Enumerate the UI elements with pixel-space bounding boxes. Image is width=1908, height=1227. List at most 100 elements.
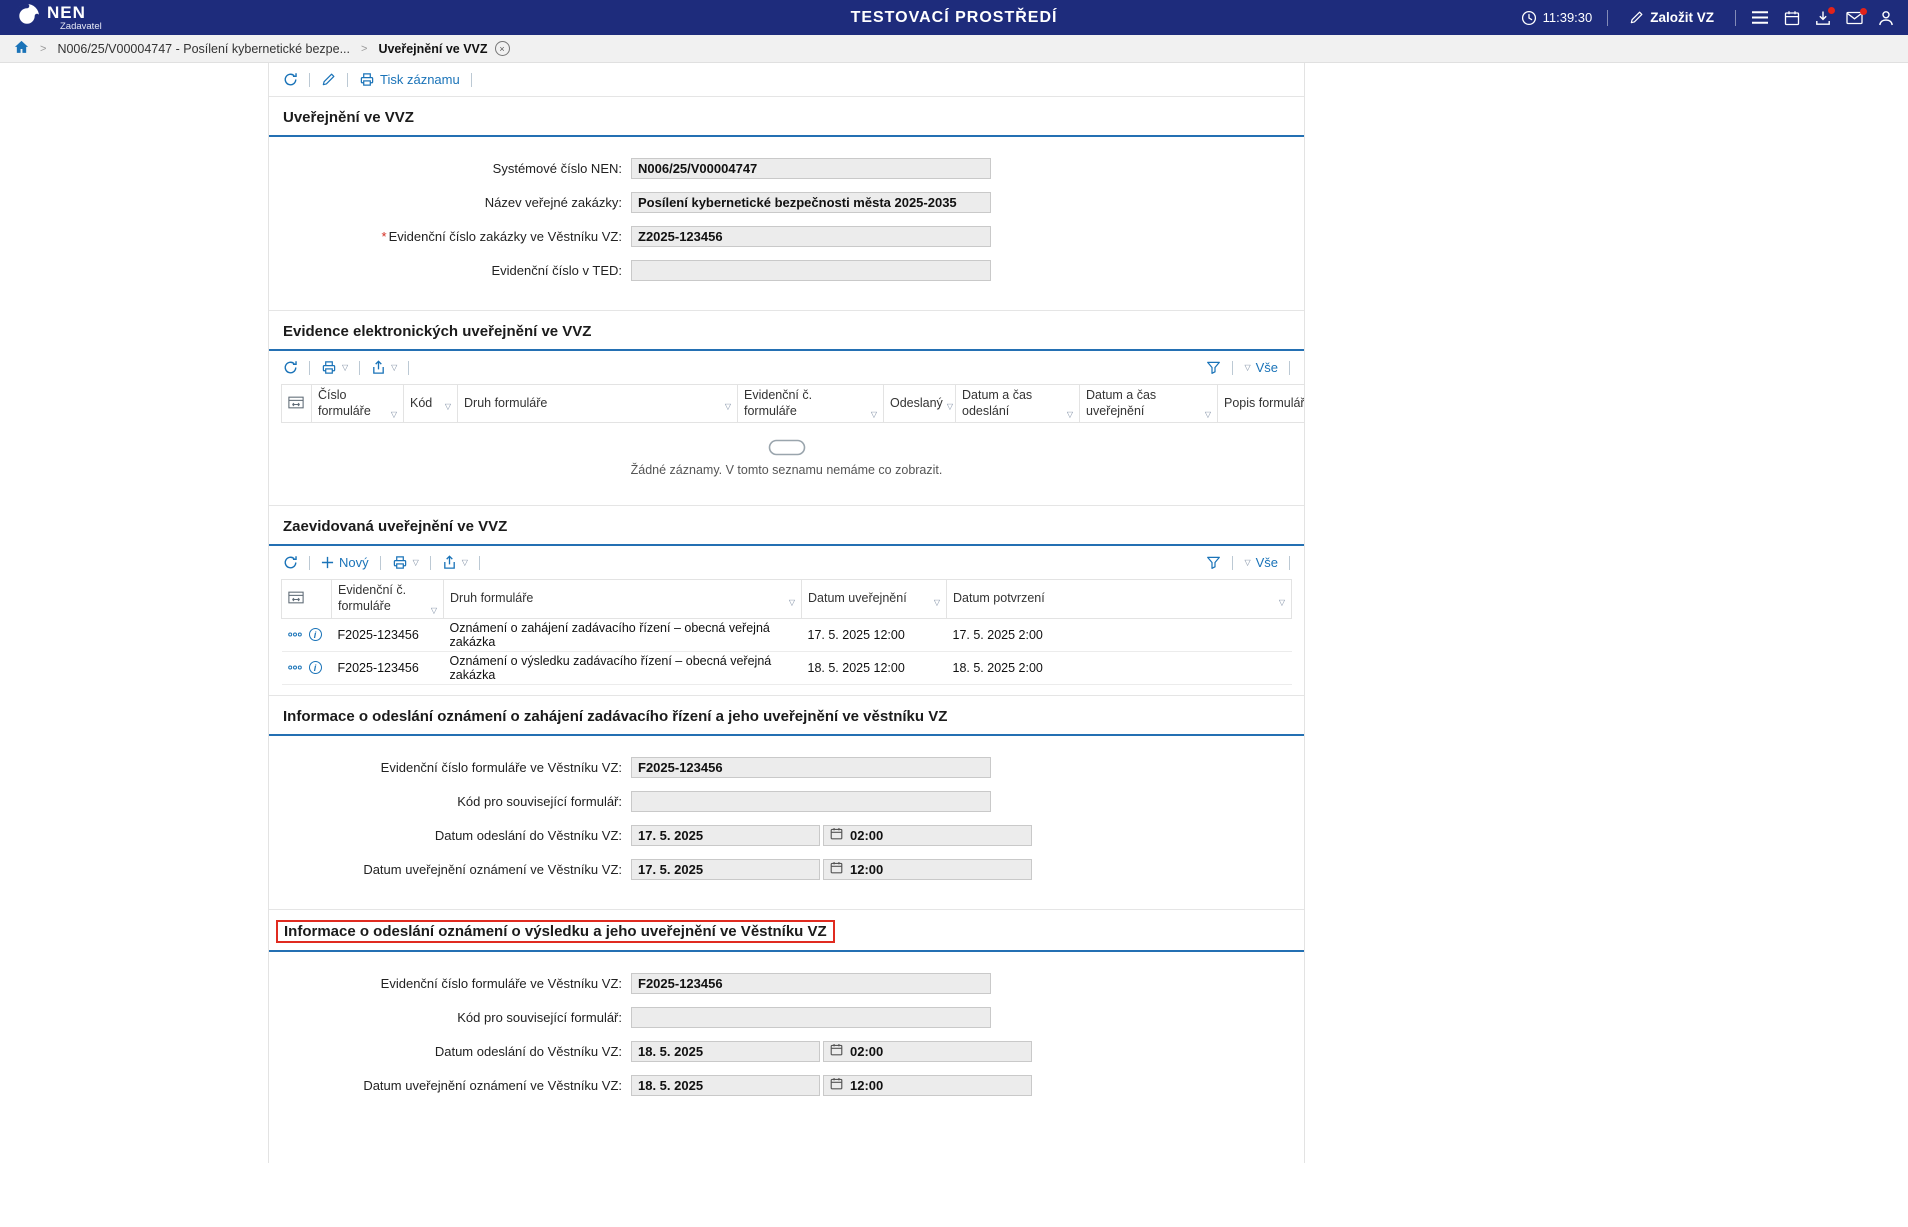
filter-chevron-icon[interactable]: ▽ bbox=[1067, 411, 1073, 419]
messages-button[interactable] bbox=[1846, 11, 1863, 25]
toolbar-separator bbox=[471, 73, 472, 87]
column-header[interactable]: Datum potvrzení▽ bbox=[947, 580, 1292, 618]
refresh-button[interactable] bbox=[283, 555, 298, 570]
calendar-icon[interactable] bbox=[830, 827, 843, 843]
highlight-box: Informace o odeslání oznámení o výsledku… bbox=[276, 920, 835, 943]
column-header[interactable]: Datum uveřejnění▽ bbox=[802, 580, 947, 618]
close-tab-icon[interactable]: × bbox=[495, 41, 510, 56]
filter-chevron-icon[interactable]: ▽ bbox=[1279, 599, 1285, 607]
breadcrumb-separator: > bbox=[40, 43, 46, 55]
filter-button[interactable] bbox=[1206, 360, 1221, 375]
filter-chevron-icon[interactable]: ▽ bbox=[947, 403, 953, 411]
export-menu-button[interactable]: ▽ bbox=[371, 360, 397, 375]
row-menu-icon[interactable] bbox=[288, 665, 302, 670]
breadcrumb-item-record[interactable]: N006/25/V00004747 - Posílení kybernetick… bbox=[57, 42, 350, 56]
view-all-dropdown[interactable]: ▽ Vše bbox=[1244, 555, 1278, 570]
new-record-button[interactable]: Nový bbox=[321, 555, 369, 570]
form-number-field[interactable] bbox=[631, 973, 991, 994]
chevron-down-icon: ▽ bbox=[342, 364, 348, 372]
sent-date-field[interactable] bbox=[631, 825, 820, 846]
table-row[interactable]: i F2025-123456 Oznámení o výsledku zadáv… bbox=[282, 651, 1292, 684]
column-header[interactable]: Popis formuláře▽ bbox=[1218, 385, 1305, 423]
calendar-icon[interactable] bbox=[830, 1077, 843, 1093]
field-label: *Evidenční číslo zakázky ve Věstníku VZ: bbox=[269, 229, 631, 244]
hamburger-icon bbox=[1751, 10, 1769, 25]
form-row: Kód pro související formulář: bbox=[269, 791, 1304, 812]
calendar-button[interactable] bbox=[1784, 10, 1800, 26]
cell-form-number: F2025-123456 bbox=[332, 618, 444, 651]
refresh-button[interactable] bbox=[283, 72, 298, 87]
row-menu-icon[interactable] bbox=[288, 632, 302, 637]
column-header[interactable]: Číslo formuláře▽ bbox=[312, 385, 404, 423]
related-form-code-field[interactable] bbox=[631, 1007, 991, 1028]
system-number-field[interactable] bbox=[631, 158, 991, 179]
table-row[interactable]: i F2025-123456 Oznámení o zahájení zadáv… bbox=[282, 618, 1292, 651]
home-icon bbox=[14, 40, 29, 57]
published-date-field[interactable] bbox=[631, 1075, 820, 1096]
column-header[interactable]: Kód▽ bbox=[404, 385, 458, 423]
field-label: Evidenční číslo formuláře ve Věstníku VZ… bbox=[269, 760, 631, 775]
form-row: Evidenční číslo formuláře ve Věstníku VZ… bbox=[269, 757, 1304, 778]
print-record-button[interactable]: Tisk záznamu bbox=[359, 72, 460, 87]
filter-chevron-icon[interactable]: ▽ bbox=[431, 607, 437, 615]
filter-chevron-icon[interactable]: ▽ bbox=[445, 403, 451, 411]
record-toolbar: Tisk záznamu bbox=[269, 63, 1304, 96]
calendar-icon[interactable] bbox=[830, 1043, 843, 1059]
filter-chevron-icon[interactable]: ▽ bbox=[871, 411, 877, 419]
contract-name-field[interactable] bbox=[631, 192, 991, 213]
sent-time-field[interactable] bbox=[850, 828, 1025, 843]
refresh-icon bbox=[283, 555, 298, 570]
filter-chevron-icon[interactable]: ▽ bbox=[725, 403, 731, 411]
column-header[interactable]: Druh formuláře▽ bbox=[444, 580, 802, 618]
brand[interactable]: NEN Zadavatel bbox=[14, 3, 102, 32]
print-menu-button[interactable]: ▽ bbox=[321, 360, 348, 375]
column-header[interactable]: Druh formuláře▽ bbox=[458, 385, 738, 423]
column-header[interactable]: Evidenční č. formuláře▽ bbox=[332, 580, 444, 618]
column-chooser-button[interactable] bbox=[282, 385, 312, 423]
published-date-field[interactable] bbox=[631, 859, 820, 880]
filter-chevron-icon[interactable]: ▽ bbox=[934, 599, 940, 607]
form-row: *Evidenční číslo zakázky ve Věstníku VZ: bbox=[269, 226, 1304, 247]
notification-badge bbox=[1860, 8, 1867, 15]
funnel-icon bbox=[1206, 360, 1221, 375]
sent-date-field[interactable] bbox=[631, 1041, 820, 1062]
column-header[interactable]: Evidenční č. formuláře▽ bbox=[738, 385, 884, 423]
column-header[interactable]: Datum a čas uveřejnění▽ bbox=[1080, 385, 1218, 423]
form-row: Název veřejné zakázky: bbox=[269, 192, 1304, 213]
user-button[interactable] bbox=[1878, 10, 1894, 26]
form-row: Datum uveřejnění oznámení ve Věstníku VZ… bbox=[269, 859, 1304, 880]
sent-time-field[interactable] bbox=[850, 1044, 1025, 1059]
toolbar-separator bbox=[479, 556, 480, 570]
related-form-code-field[interactable] bbox=[631, 791, 991, 812]
home-button[interactable] bbox=[14, 40, 29, 57]
filter-button[interactable] bbox=[1206, 555, 1221, 570]
filter-chevron-icon[interactable]: ▽ bbox=[1205, 411, 1211, 419]
edit-button[interactable] bbox=[321, 72, 336, 87]
field-label: Kód pro související formulář: bbox=[269, 794, 631, 809]
column-header[interactable]: Datum a čas odeslání▽ bbox=[956, 385, 1080, 423]
menu-button[interactable] bbox=[1751, 10, 1769, 25]
calendar-icon[interactable] bbox=[830, 861, 843, 877]
published-time-field[interactable] bbox=[850, 1078, 1025, 1093]
filter-chevron-icon[interactable]: ▽ bbox=[789, 599, 795, 607]
breadcrumb-item-current[interactable]: Uveřejnění ve VVZ bbox=[378, 42, 487, 56]
info-icon[interactable]: i bbox=[309, 628, 322, 641]
refresh-button[interactable] bbox=[283, 360, 298, 375]
view-all-dropdown[interactable]: ▽ Vše bbox=[1244, 360, 1278, 375]
column-chooser-button[interactable] bbox=[282, 580, 332, 618]
printer-icon bbox=[321, 360, 337, 375]
chevron-down-icon: ▽ bbox=[413, 559, 419, 567]
downloads-button[interactable] bbox=[1815, 10, 1831, 26]
cell-published: 17. 5. 2025 12:00 bbox=[802, 618, 947, 651]
ted-number-field[interactable] bbox=[631, 260, 991, 281]
form-number-field[interactable] bbox=[631, 757, 991, 778]
export-menu-button[interactable]: ▽ bbox=[442, 555, 468, 570]
print-menu-button[interactable]: ▽ bbox=[392, 555, 419, 570]
vvz-number-field[interactable] bbox=[631, 226, 991, 247]
published-time-field[interactable] bbox=[850, 862, 1025, 877]
info-icon[interactable]: i bbox=[309, 661, 322, 674]
form-row: Kód pro související formulář: bbox=[269, 1007, 1304, 1028]
filter-chevron-icon[interactable]: ▽ bbox=[391, 411, 397, 419]
create-vz-button[interactable]: Založit VZ bbox=[1623, 9, 1720, 26]
column-header[interactable]: Odeslaný▽ bbox=[884, 385, 956, 423]
